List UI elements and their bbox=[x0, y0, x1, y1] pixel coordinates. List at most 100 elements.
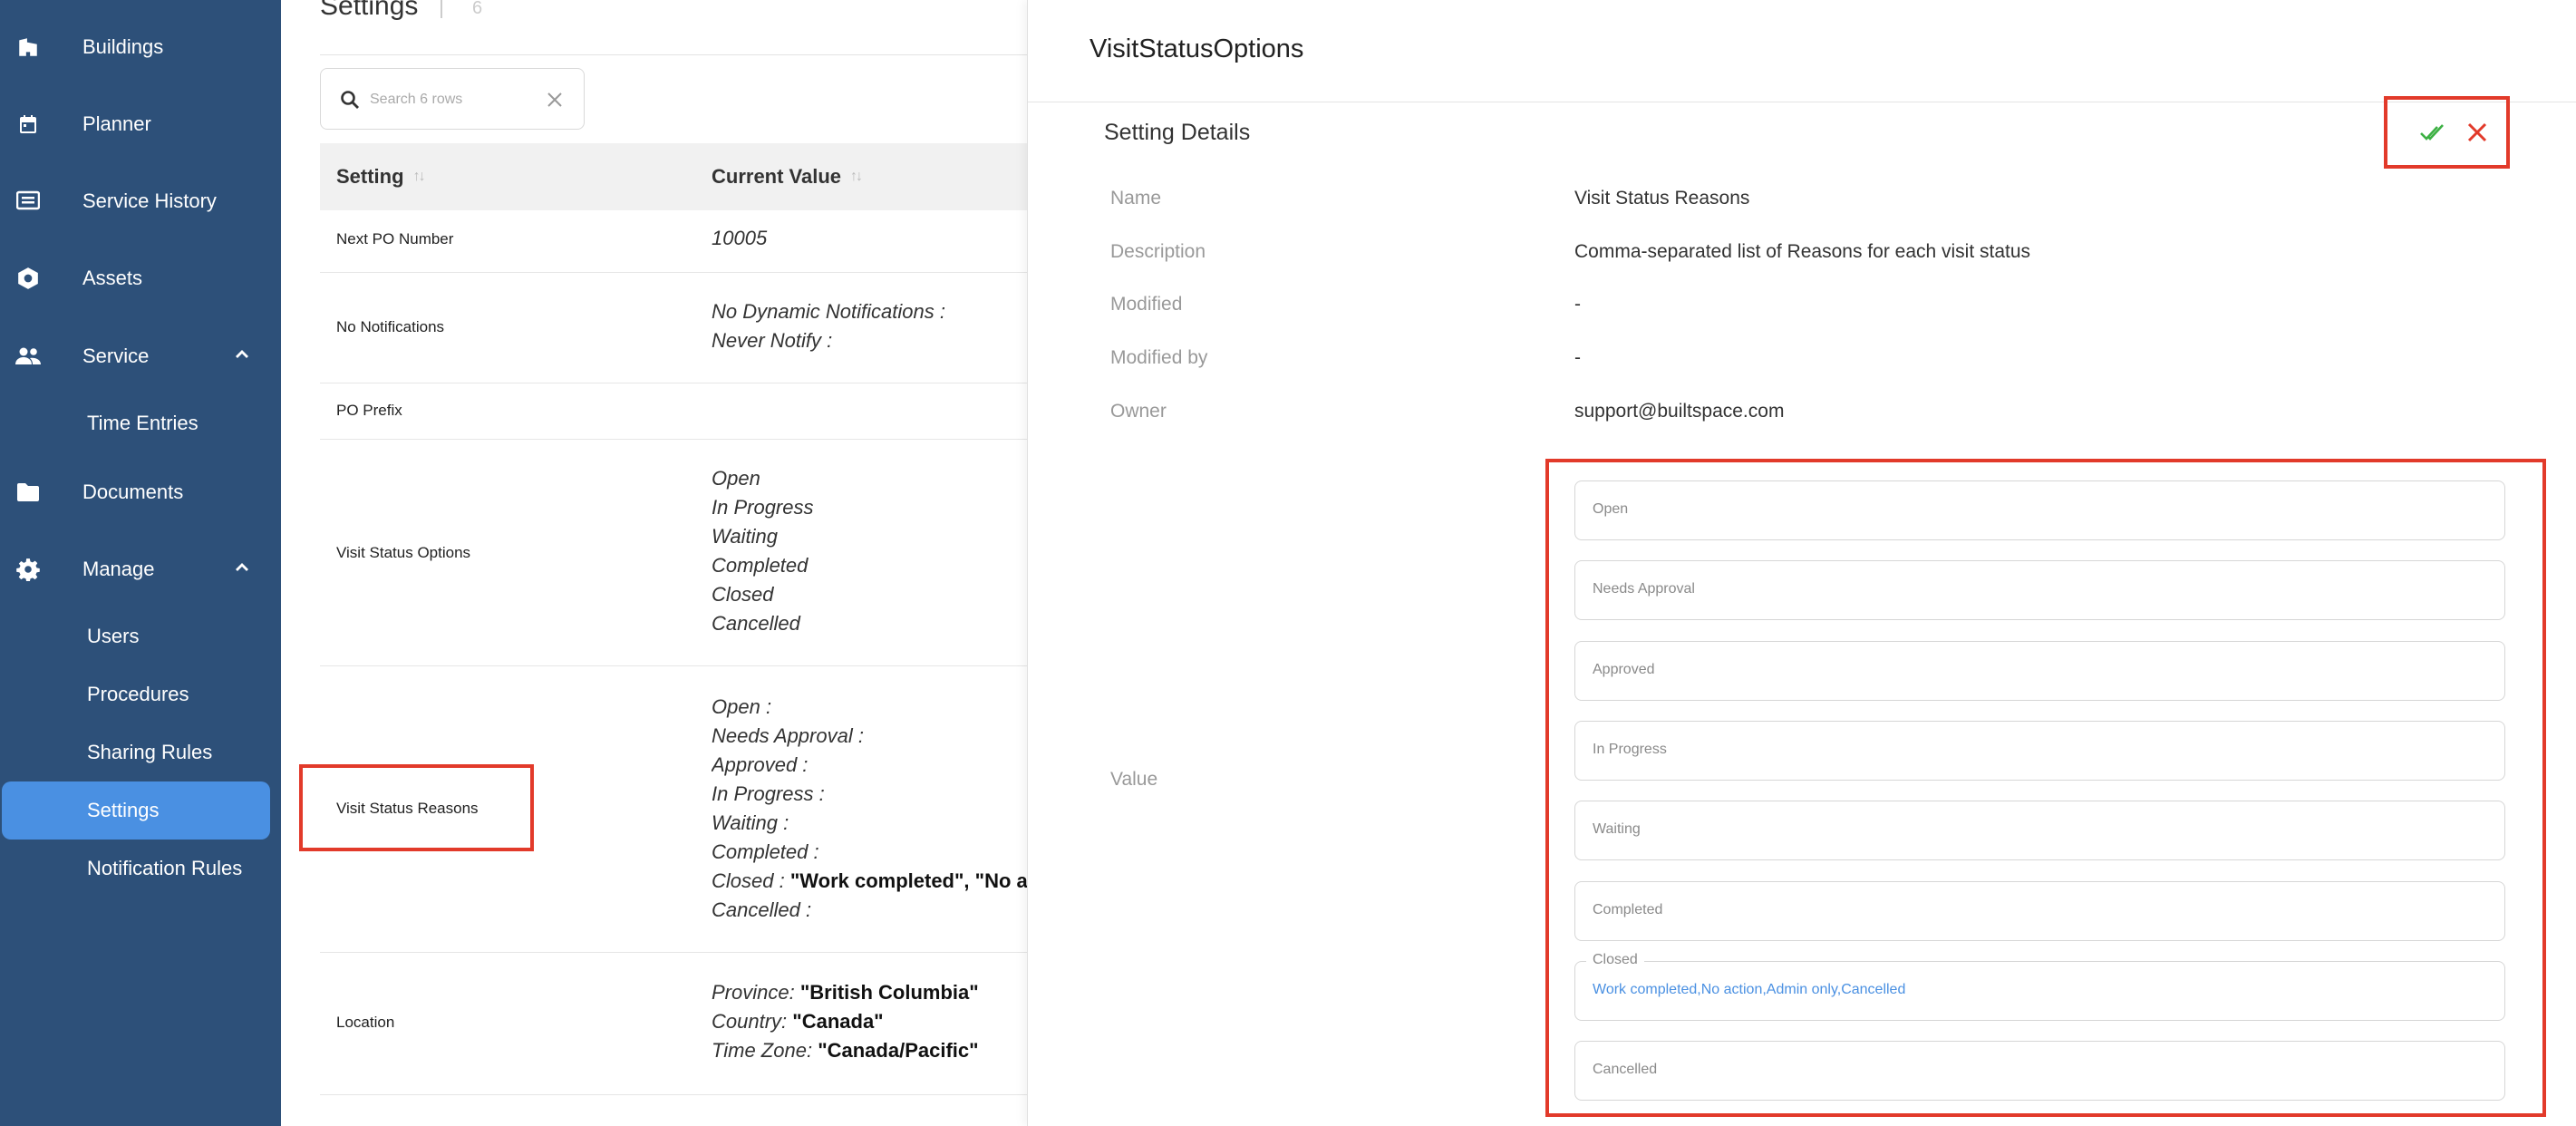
sidebar-item-planner[interactable]: Planner bbox=[0, 97, 281, 151]
value-line: Province: "British Columbia" bbox=[712, 981, 979, 1004]
highlight-value-fields bbox=[1545, 459, 2546, 1117]
folder-icon bbox=[15, 480, 41, 505]
sidebar-item-time-entries[interactable]: Time Entries bbox=[0, 397, 281, 450]
detail-value: Comma-separated list of Reasons for each… bbox=[1574, 241, 2031, 262]
sidebar-item-manage[interactable]: Manage bbox=[0, 542, 281, 597]
detail-label: Name bbox=[1110, 188, 1162, 209]
column-label: Current Value bbox=[712, 165, 842, 188]
row-divider bbox=[320, 439, 1027, 440]
sidebar-item-label: Notification Rules bbox=[87, 857, 243, 879]
value-line: 10005 bbox=[712, 227, 768, 249]
sidebar-item-label: Documents bbox=[82, 480, 184, 503]
value-line: Completed bbox=[712, 554, 809, 577]
clear-search-icon[interactable] bbox=[544, 89, 566, 111]
value-line: Completed : bbox=[712, 840, 819, 863]
value-label: Value bbox=[1110, 769, 1158, 790]
column-label: Setting bbox=[336, 165, 404, 188]
setting-detail-panel: VisitStatusOptions Setting Details Name … bbox=[1027, 0, 2576, 1126]
row-divider bbox=[320, 665, 1027, 666]
search-icon bbox=[341, 91, 359, 109]
setting-cell[interactable]: PO Prefix bbox=[336, 402, 402, 420]
value-line: Open : bbox=[712, 695, 772, 718]
sidebar-item-notification-rules[interactable]: Notification Rules bbox=[0, 842, 281, 895]
table-header: Setting ↑↓ Current Value ↑↓ bbox=[320, 143, 1027, 210]
highlight-actions bbox=[2384, 96, 2510, 169]
chevron-up-icon[interactable] bbox=[232, 558, 252, 578]
list-icon bbox=[15, 189, 41, 214]
building-icon bbox=[15, 34, 41, 60]
row-divider bbox=[320, 1094, 1027, 1095]
value-line: Waiting : bbox=[712, 811, 789, 834]
sidebar-item-label: Sharing Rules bbox=[87, 741, 213, 763]
sidebar-item-settings[interactable]: Settings bbox=[2, 781, 270, 840]
detail-value: support@builtspace.com bbox=[1574, 401, 1785, 422]
highlight-setting-row bbox=[299, 764, 534, 851]
value-line: Time Zone: "Canada/Pacific" bbox=[712, 1039, 979, 1062]
sidebar-item-label: Manage bbox=[82, 558, 155, 580]
setting-cell[interactable]: Next PO Number bbox=[336, 230, 453, 248]
row-divider bbox=[320, 952, 1027, 953]
setting-cell[interactable]: Location bbox=[336, 1014, 394, 1032]
sidebar-item-service-history[interactable]: Service History bbox=[0, 174, 281, 228]
row-divider bbox=[320, 272, 1027, 273]
value-cell[interactable]: No Dynamic Notifications : Never Notify … bbox=[712, 297, 945, 355]
sidebar-item-label: Procedures bbox=[87, 683, 189, 705]
column-header-current-value[interactable]: Current Value ↑↓ bbox=[712, 165, 863, 189]
value-line: No Dynamic Notifications : bbox=[712, 300, 945, 323]
detail-label: Owner bbox=[1110, 401, 1167, 422]
value-line: Needs Approval : bbox=[712, 724, 864, 747]
value-cell[interactable]: Province: "British Columbia" Country: "C… bbox=[712, 978, 979, 1065]
column-header-setting[interactable]: Setting ↑↓ bbox=[336, 165, 426, 189]
detail-value: - bbox=[1574, 347, 1581, 368]
value-cell[interactable]: Open In Progress Waiting Completed Close… bbox=[712, 464, 814, 638]
sidebar-item-label: Users bbox=[87, 625, 140, 647]
value-line: Approved : bbox=[712, 753, 809, 776]
value-line: Waiting bbox=[712, 525, 778, 548]
detail-label: Modified by bbox=[1110, 347, 1208, 368]
value-line: Cancelled : bbox=[712, 898, 812, 921]
sidebar-item-service[interactable]: Service bbox=[0, 329, 281, 383]
sidebar-item-buildings[interactable]: Buildings bbox=[0, 20, 281, 74]
header-divider bbox=[320, 54, 1027, 55]
sidebar-item-label: Settings bbox=[87, 799, 160, 821]
sidebar: Buildings Planner Service History Assets… bbox=[0, 0, 281, 1126]
hexagon-icon bbox=[15, 266, 41, 291]
value-cell[interactable]: 10005 bbox=[712, 224, 767, 253]
detail-value: Visit Status Reasons bbox=[1574, 188, 1750, 209]
value-line: Never Notify : bbox=[712, 329, 833, 352]
setting-cell[interactable]: Visit Status Options bbox=[336, 544, 470, 562]
value-line: Closed : "Work completed", "No act bbox=[712, 869, 1027, 892]
value-line: Country: "Canada" bbox=[712, 1010, 884, 1033]
sidebar-item-label: Buildings bbox=[82, 35, 164, 58]
panel-title: VisitStatusOptions bbox=[1089, 34, 1304, 63]
sidebar-item-documents[interactable]: Documents bbox=[0, 465, 281, 519]
calendar-icon bbox=[15, 112, 41, 137]
value-line: Open bbox=[712, 467, 760, 490]
sort-icon[interactable]: ↑↓ bbox=[850, 169, 863, 185]
sidebar-item-label: Assets bbox=[82, 267, 143, 289]
page-title: Settings bbox=[320, 0, 419, 21]
detail-label: Modified bbox=[1110, 294, 1183, 315]
sort-icon[interactable]: ↑↓ bbox=[413, 169, 426, 185]
detail-value: - bbox=[1574, 294, 1581, 315]
value-line: Cancelled bbox=[712, 612, 800, 635]
search-box bbox=[320, 68, 585, 130]
sidebar-item-users[interactable]: Users bbox=[0, 610, 281, 663]
sidebar-item-procedures[interactable]: Procedures bbox=[0, 668, 281, 721]
chevron-up-icon[interactable] bbox=[232, 345, 252, 364]
section-title: Setting Details bbox=[1104, 120, 1251, 145]
sidebar-item-label: Planner bbox=[82, 112, 151, 135]
detail-label: Description bbox=[1110, 241, 1206, 262]
row-count: 6 bbox=[472, 0, 483, 18]
people-icon bbox=[15, 344, 41, 369]
sidebar-item-assets[interactable]: Assets bbox=[0, 251, 281, 306]
sidebar-item-label: Service History bbox=[82, 189, 217, 212]
sidebar-item-sharing-rules[interactable]: Sharing Rules bbox=[0, 726, 281, 779]
value-line: In Progress bbox=[712, 496, 814, 519]
title-divider bbox=[441, 0, 442, 18]
value-line: In Progress : bbox=[712, 782, 825, 805]
value-cell[interactable]: Open : Needs Approval : Approved : In Pr… bbox=[712, 693, 1027, 925]
setting-cell[interactable]: No Notifications bbox=[336, 318, 444, 336]
sidebar-item-label: Service bbox=[82, 345, 150, 367]
search-input[interactable] bbox=[368, 85, 535, 114]
